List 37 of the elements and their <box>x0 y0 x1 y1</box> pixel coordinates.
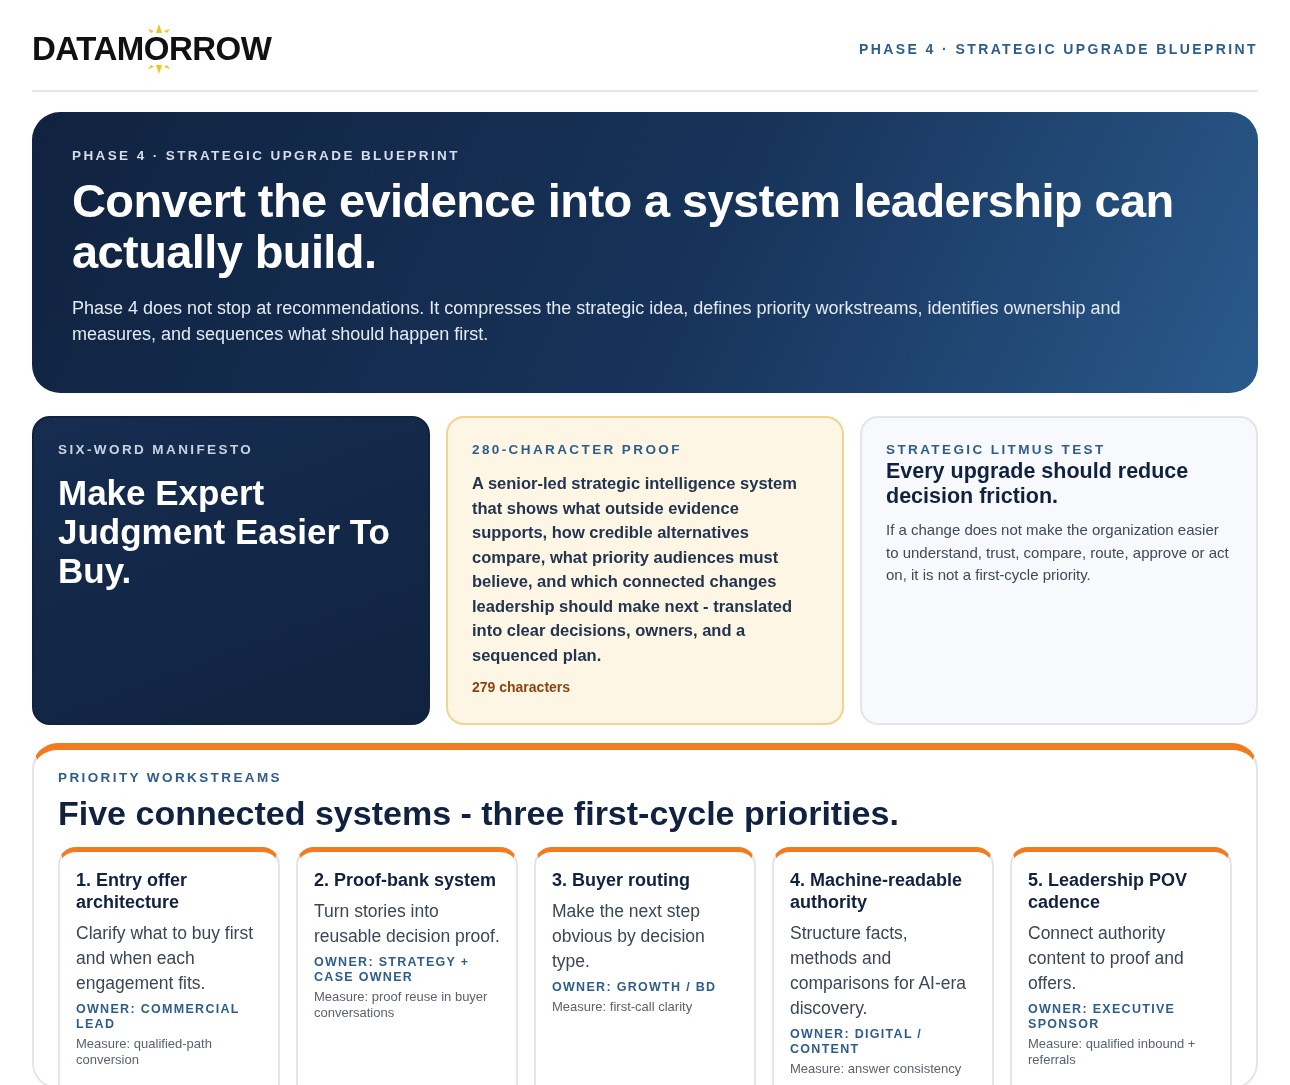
sun-rays-icon <box>146 24 172 33</box>
section-label: PRIORITY WORKSTREAMS <box>58 770 283 785</box>
workstream-measure: Measure: answer consistency <box>790 1061 963 1077</box>
workstream-title: 3. Buyer routing <box>552 869 691 891</box>
litmus-description: If a change does not make the organization easier to understand, trust, compare, route, approve or act on, it is not a first-cycle priority. <box>886 520 1230 585</box>
workstream-owner: OWNER: DIGITAL / CONTENT <box>790 1027 924 1057</box>
workstream-measure: Measure: first-call clarity <box>552 999 694 1015</box>
workstream-measure: Measure: qualified inbound + referrals <box>1028 1036 1197 1067</box>
workstream-owner: OWNER: COMMERCIAL LEAD <box>76 1002 241 1032</box>
proof-text: A senior-led strategic intelligence system that shows what outside evidence supports, how credible alternatives compare, what priority audiences must believe, and which connected changes leadership should make next - translated into clear decisions, owners, and a sequenced plan. <box>472 473 798 666</box>
workstream-description: Clarify what to buy first and when each engagement fits. <box>76 922 254 995</box>
workstream-measure: Measure: proof reuse in buyer conversations <box>314 989 489 1020</box>
logo-wordmark: DATAMORROW <box>32 33 272 65</box>
litmus-title: Every upgrade should reduce decision friction. <box>886 459 1190 509</box>
workstream-description: Make the next step obvious by decision type. <box>552 900 706 973</box>
workstream-description: Connect authority content to proof and offers. <box>1028 922 1185 995</box>
card-label: STRATEGIC LITMUS TEST <box>886 442 1107 457</box>
card-label: 280-CHARACTER PROOF <box>472 442 683 457</box>
hero-title: Convert the evidence into a system leadership can actually build. <box>72 175 1175 277</box>
workstream-title: 4. Machine-readable authority <box>790 869 964 913</box>
header-tagline: PHASE 4 · STRATEGIC UPGRADE BLUEPRINT <box>859 41 1258 57</box>
manifesto-text: Make Expert Judgment Easier To Buy. <box>58 473 391 590</box>
hero-eyebrow: PHASE 4 · STRATEGIC UPGRADE BLUEPRINT <box>72 148 461 163</box>
workstream-description: Structure facts, methods and comparisons for AI-era discovery. <box>790 922 968 1020</box>
workstream-title: 1. Entry offer architecture <box>76 869 189 913</box>
sun-rays-icon <box>146 65 172 74</box>
workstream-measure: Measure: qualified-path conversion <box>76 1036 213 1067</box>
workstream-title: 5. Leadership POV cadence <box>1028 869 1189 913</box>
card-label: SIX-WORD MANIFESTO <box>58 442 255 457</box>
workstream-description: Turn stories into reusable decision proof. <box>314 900 500 948</box>
workstream-title: 2. Proof-bank system <box>314 869 498 891</box>
section-title: Five connected systems - three first-cycle priorities. <box>58 793 900 833</box>
workstream-owner: OWNER: EXECUTIVE SPONSOR <box>1028 1002 1177 1032</box>
workstream-owner: OWNER: STRATEGY + CASE OWNER <box>314 955 471 985</box>
workstream-owner: OWNER: GROWTH / BD <box>552 980 718 995</box>
hero-description: Phase 4 does not stop at recommendations. It compresses the strategic idea, defines priority workstreams, identifies ownership and measures, and sequences what should happen first. <box>72 297 1122 346</box>
character-count: 279 characters <box>472 679 572 695</box>
